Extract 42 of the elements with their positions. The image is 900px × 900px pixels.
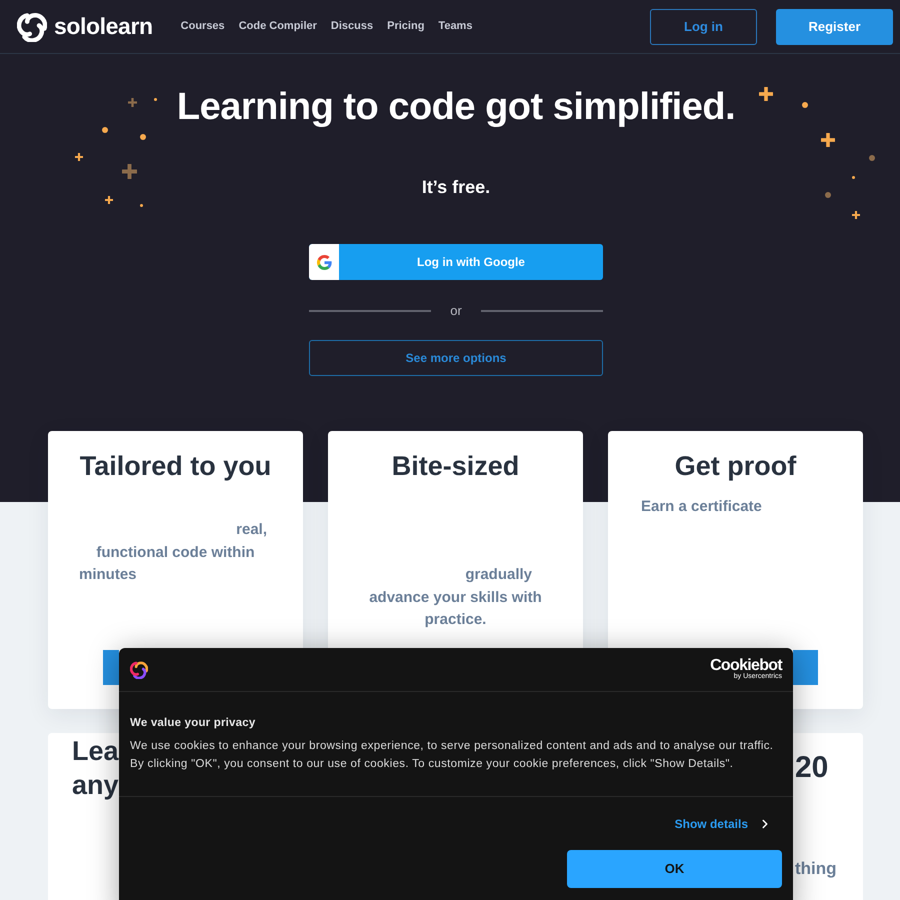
logo-text[interactable]: sololearn	[54, 15, 153, 38]
sparkle-icon	[852, 211, 860, 219]
card-button[interactable]	[793, 650, 818, 685]
card-text: advance your skills with	[369, 588, 542, 608]
brand-name: Cookiebot	[710, 658, 782, 673]
logo-icon	[130, 660, 148, 678]
info-heading-text: any	[72, 769, 119, 802]
nav-link[interactable]: Discuss	[330, 18, 374, 35]
info-heading-text: Lea	[72, 735, 119, 768]
show-details-link[interactable]: Show details	[674, 816, 772, 832]
sparkle-icon	[759, 87, 773, 101]
card-title: Bite-sized	[392, 450, 520, 483]
sparkle-icon	[821, 133, 835, 147]
info-heading-text: 20	[795, 751, 830, 785]
card-title: Get proof	[674, 450, 796, 483]
card-text: Earn a certificate	[641, 497, 762, 517]
nav-link[interactable]: Courses	[180, 18, 225, 35]
more-options-button[interactable]: See more options	[309, 340, 603, 376]
card-text: real,	[236, 520, 267, 540]
sparkle-icon	[128, 98, 136, 106]
hero-subtitle: It’s free.	[422, 176, 490, 198]
card-text: gradually	[465, 565, 532, 585]
ok-button[interactable]: OK	[567, 850, 782, 888]
info-text: thing	[795, 858, 838, 880]
nav-link[interactable]: Code Compiler	[238, 18, 317, 35]
hero-title: Learning to code got simplified.	[176, 85, 736, 130]
card-text: functional code within	[96, 542, 255, 562]
card-text: minutes	[79, 565, 137, 585]
dialog-text: We use cookies to enhance your browsing experience, to serve personalized content and ads and to analyse our traffic. By clicking "OK", you consent to our use of cookies. To customize your cookie preferences, click "Show Details".	[130, 739, 774, 772]
google-g-icon	[309, 244, 339, 280]
dialog-title: We value your privacy	[130, 716, 256, 730]
card-title: Tailored to you	[80, 450, 272, 483]
sparkle-icon	[122, 164, 136, 178]
sparkle-icon	[105, 196, 113, 204]
logo-icon	[17, 12, 47, 42]
nav-link[interactable]: Teams	[438, 18, 472, 35]
login-button[interactable]: Log in	[650, 8, 757, 44]
divider-text: or	[450, 303, 462, 319]
sparkle-icon	[75, 153, 83, 161]
card-button[interactable]	[103, 650, 119, 685]
nav-link[interactable]: Pricing	[387, 18, 424, 35]
card-text: practice.	[424, 610, 486, 630]
